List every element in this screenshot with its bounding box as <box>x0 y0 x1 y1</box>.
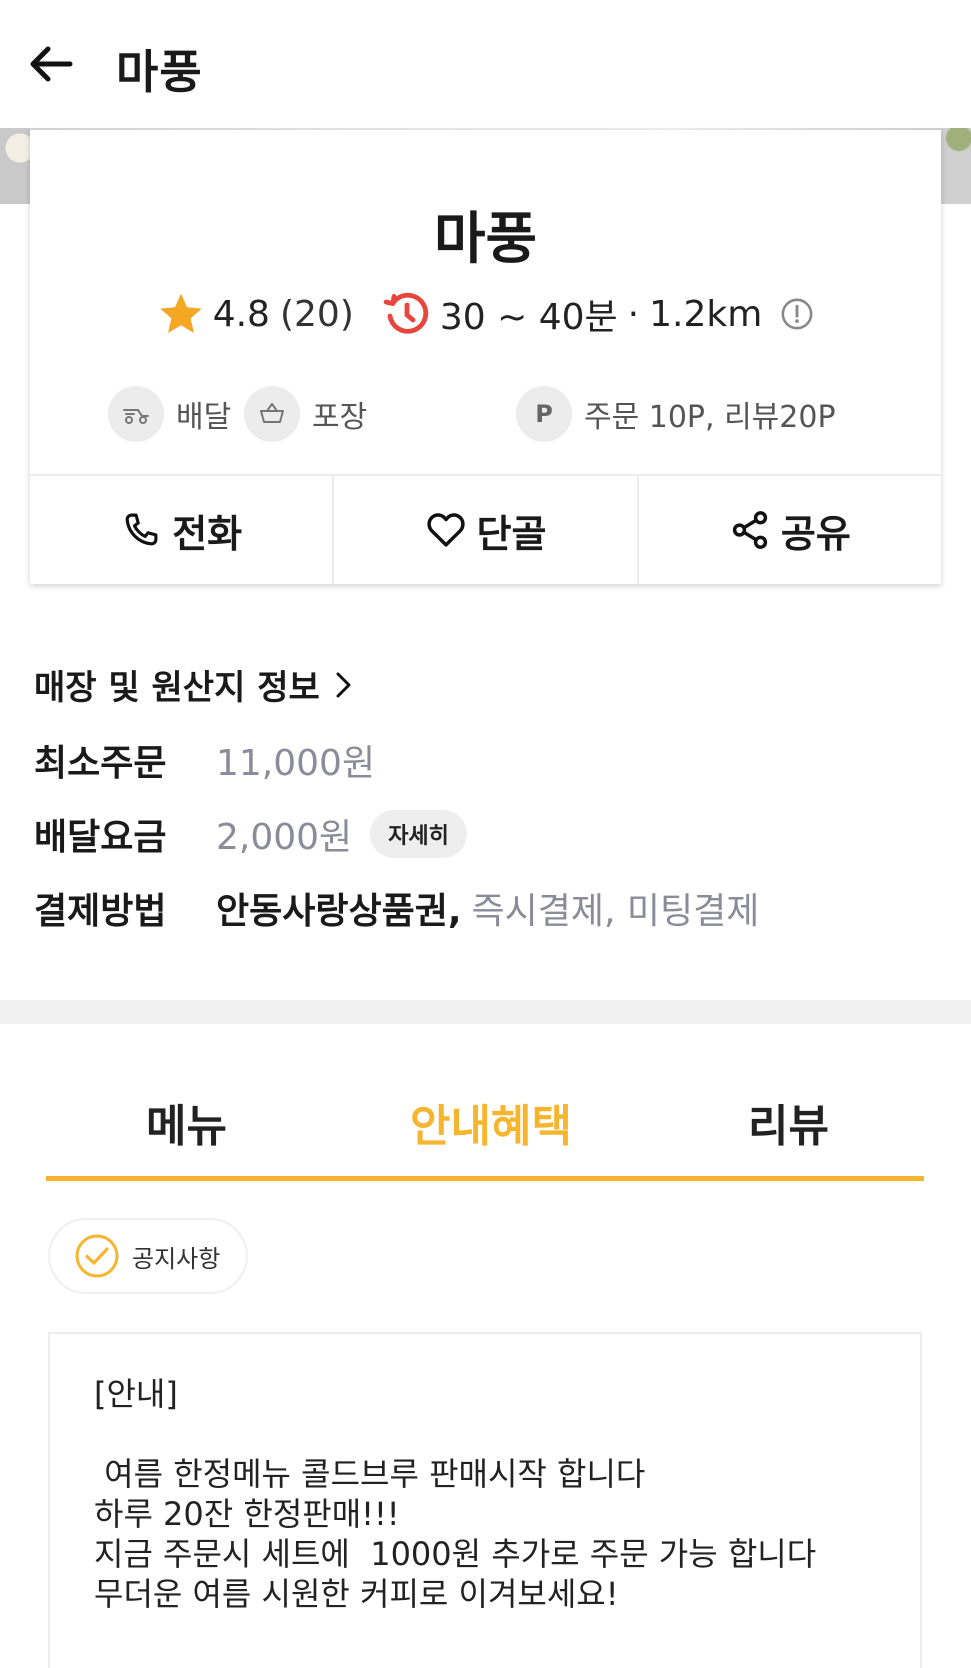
call-button-label: 전화 <box>172 511 243 556</box>
delivery-option: 배달 <box>108 386 231 442</box>
favorite-button-label: 단골 <box>476 511 547 556</box>
info-icon[interactable] <box>780 297 814 331</box>
clock-icon <box>383 292 429 334</box>
store-origin-info-label: 매장 및 원산지 정보 <box>34 668 320 708</box>
points-icon: P <box>516 386 572 442</box>
notice-filter-chip[interactable]: 공지사항 <box>48 1218 248 1294</box>
payment-primary: 안동사랑상품권, <box>216 891 462 932</box>
notice-line: 지금 주문시 세트에 1000원 추가로 주문 가능 합니다 <box>94 1535 817 1573</box>
notice-line: 여름 한정메뉴 콜드브루 판매시작 합니다 <box>94 1455 646 1493</box>
delivery-fee-value: 2,000원 <box>216 817 353 858</box>
notice-chip-label: 공지사항 <box>132 1244 221 1273</box>
basket-icon <box>244 386 300 442</box>
store-tabs: 메뉴 안내혜택 리뷰 <box>46 1060 924 1181</box>
notice-line: [안내] <box>94 1375 178 1413</box>
delivery-fee-detail-button[interactable]: 자세히 <box>370 810 467 858</box>
tab-info-benefits[interactable]: 안내혜택 <box>410 1090 572 1154</box>
review-count[interactable]: (20) <box>280 294 354 335</box>
store-origin-info-link[interactable]: 매장 및 원산지 정보 <box>34 660 934 709</box>
arrow-left-icon <box>30 46 73 82</box>
star-icon <box>159 293 202 333</box>
payment-row: 결제방법 안동사랑상품권, 즉시결제, 미팅결제 <box>34 882 759 934</box>
share-button[interactable]: 공유 <box>639 476 941 584</box>
payment-label: 결제방법 <box>34 891 167 932</box>
points-option: P 주문 10P, 리뷰20P <box>516 386 836 442</box>
tab-reviews[interactable]: 리뷰 <box>748 1090 829 1154</box>
payment-secondary: 즉시결제, 미팅결제 <box>471 891 760 932</box>
share-button-label: 공유 <box>780 511 851 556</box>
distance: 1.2km <box>649 293 763 335</box>
delivery-option-label: 배달 <box>176 400 232 435</box>
page-title: 마풍 <box>116 45 203 99</box>
delivery-icon <box>108 386 164 442</box>
store-stats: 4.8 (20) 30 ~ 40분 · 1.2km <box>30 288 941 340</box>
min-order-value: 11,000원 <box>216 743 376 784</box>
check-circle-icon <box>75 1234 119 1278</box>
delivery-fee-row: 배달요금 2,000원 자세히 <box>34 808 467 860</box>
takeout-option-label: 포장 <box>312 400 368 435</box>
store-info-card: 마풍 4.8 (20) 30 ~ 40분 · 1.2km 배달 포장 P 주문 … <box>30 130 941 584</box>
delivery-time: 30 ~ 40분 <box>439 297 618 338</box>
back-button[interactable] <box>26 40 78 88</box>
notice-line: 하루 20잔 한정판매!!! <box>94 1495 400 1533</box>
chevron-right-icon <box>336 672 351 697</box>
heart-icon <box>426 513 465 547</box>
points-option-label: 주문 10P, 리뷰20P <box>584 400 836 435</box>
call-button[interactable]: 전화 <box>30 476 335 584</box>
tab-menu[interactable]: 메뉴 <box>146 1090 227 1154</box>
notice-line <box>94 1414 876 1454</box>
notice-content: [안내] 여름 한정메뉴 콜드브루 판매시작 합니다 하루 20잔 한정판매!!… <box>48 1332 922 1668</box>
store-details: 매장 및 원산지 정보 최소주문 11,000원 배달요금 2,000원 자세히… <box>34 660 934 932</box>
app-header: 마풍 <box>0 0 971 128</box>
store-actions: 전화 단골 공유 <box>30 474 941 584</box>
active-tab-indicator <box>46 1176 924 1181</box>
min-order-label: 최소주문 <box>34 743 167 784</box>
order-options: 배달 포장 P 주문 10P, 리뷰20P <box>30 386 941 446</box>
delivery-fee-label: 배달요금 <box>34 817 167 858</box>
favorite-button[interactable]: 단골 <box>334 476 639 584</box>
section-divider <box>0 1000 971 1024</box>
min-order-row: 최소주문 11,000원 <box>34 734 375 786</box>
phone-icon <box>125 513 158 546</box>
notice-line: 무더운 여름 시원한 커피로 이겨보세요! <box>94 1575 619 1613</box>
share-icon <box>732 511 768 549</box>
rating-value: 4.8 <box>212 293 270 335</box>
store-name: 마풍 <box>433 207 538 272</box>
takeout-option: 포장 <box>244 386 367 442</box>
separator-dot: · <box>627 293 640 335</box>
